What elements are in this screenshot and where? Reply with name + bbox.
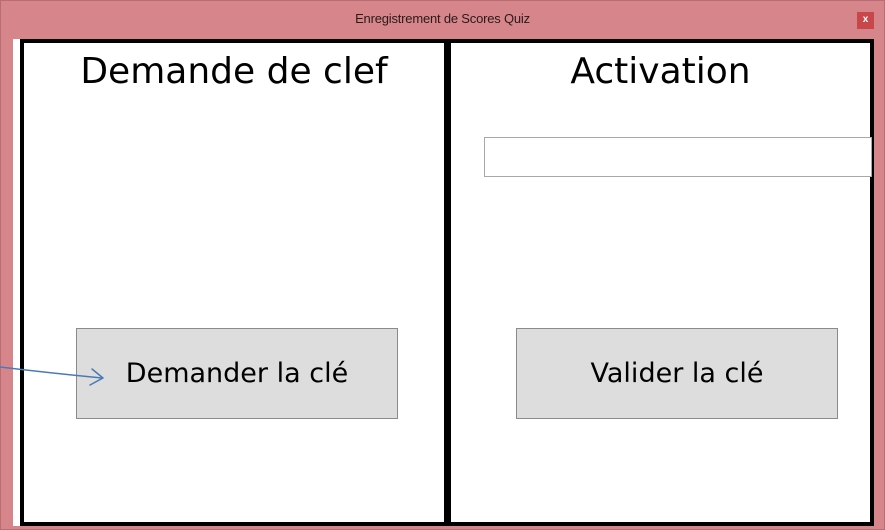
activation-panel: Activation Valider la clé bbox=[447, 39, 874, 526]
client-area: Demande de clef Demander la clé Activati… bbox=[13, 39, 874, 526]
validate-key-button[interactable]: Valider la clé bbox=[516, 328, 838, 419]
activation-title: Activation bbox=[570, 51, 751, 92]
key-request-title: Demande de clef bbox=[80, 51, 388, 92]
application-window: Enregistrement de Scores Quiz x Demande … bbox=[0, 0, 885, 530]
arrow-right-icon bbox=[0, 366, 104, 386]
title-bar[interactable]: Enregistrement de Scores Quiz x bbox=[1, 1, 884, 39]
key-request-panel: Demande de clef Demander la clé bbox=[20, 39, 448, 526]
request-key-button[interactable]: Demander la clé bbox=[76, 328, 398, 419]
close-icon: x bbox=[862, 14, 869, 25]
window-title: Enregistrement de Scores Quiz bbox=[355, 11, 530, 26]
activation-key-input[interactable] bbox=[484, 137, 872, 177]
close-button[interactable]: x bbox=[857, 12, 874, 29]
